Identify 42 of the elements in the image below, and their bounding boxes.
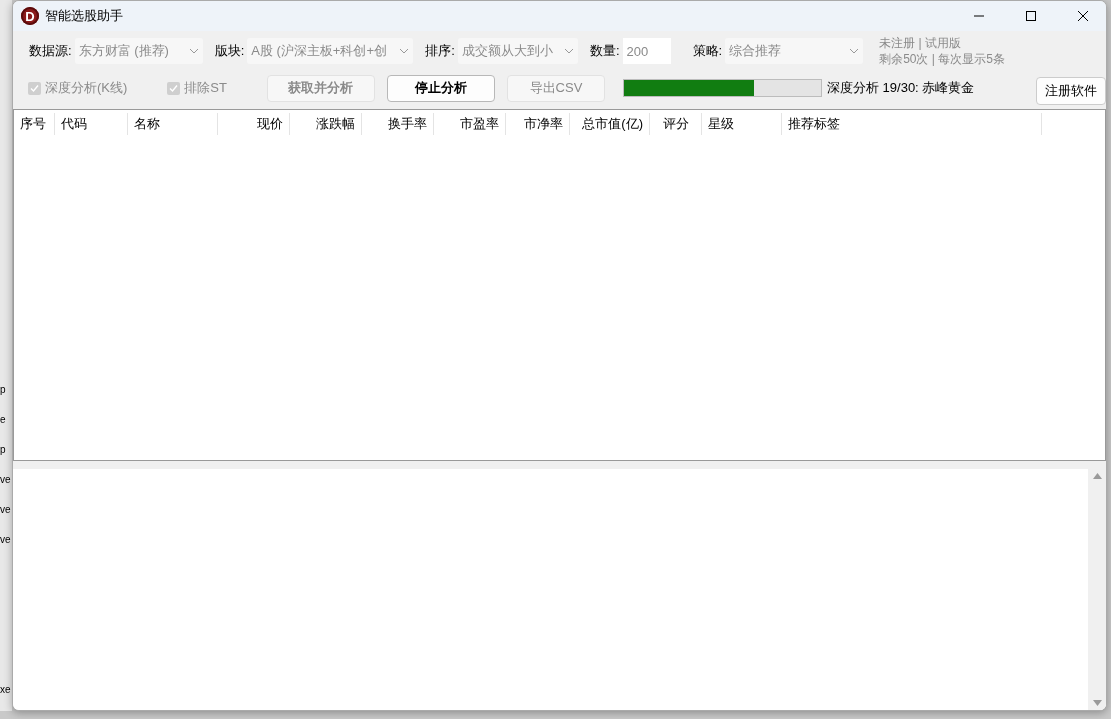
register-button[interactable]: 注册软件 [1036, 77, 1106, 105]
column-header[interactable]: 市净率 [506, 113, 570, 135]
chevron-down-icon [563, 48, 574, 54]
column-header[interactable]: 名称 [128, 113, 218, 135]
column-header[interactable]: 现价 [218, 113, 290, 135]
field-label: 排序: [425, 42, 455, 61]
progress-text: 深度分析 19/30: 赤峰黄金 [826, 79, 975, 98]
app-logo: D [21, 7, 39, 25]
column-header[interactable]: 代码 [55, 113, 128, 135]
window-title: 智能选股助手 [45, 7, 123, 26]
column-header[interactable]: 序号 [14, 113, 55, 135]
column-header[interactable]: 星级 [702, 113, 782, 135]
column-header[interactable]: 换手率 [362, 113, 434, 135]
scrollbar[interactable] [1088, 469, 1106, 710]
scroll-up-icon[interactable] [1092, 473, 1102, 479]
license-text: 剩余50次 | 每次显示5条 [879, 51, 1005, 67]
maximize-icon[interactable] [1025, 10, 1037, 22]
column-header[interactable]: 涨跌幅 [290, 113, 362, 135]
field-label: 数据源: [29, 42, 72, 61]
chevron-down-icon [399, 48, 410, 54]
chevron-down-icon [849, 48, 860, 54]
background-text: p [0, 443, 7, 457]
background-text: ve [0, 503, 12, 517]
button[interactable]: 停止分析 [386, 74, 495, 102]
field-label: 策略: [692, 42, 723, 61]
background-text: ve [0, 533, 12, 547]
scroll-down-icon[interactable] [1092, 700, 1102, 706]
background-text: xe [0, 683, 12, 697]
check-icon [30, 83, 39, 93]
background-text: ve [0, 473, 12, 487]
chevron-down-icon [188, 48, 199, 54]
field-label: 版块: [214, 42, 245, 61]
column-header[interactable]: 推荐标签 [782, 113, 1042, 135]
close-icon[interactable] [1077, 10, 1089, 22]
license-text: 未注册 | 试用版 [879, 35, 962, 51]
field-label: 数量: [589, 42, 620, 61]
check-icon [169, 83, 179, 93]
column-header[interactable]: 市盈率 [434, 113, 506, 135]
column-header[interactable]: 评分 [650, 113, 702, 135]
background-text: e [0, 413, 7, 427]
background-text: p [0, 383, 7, 397]
column-header[interactable]: 总市值(亿) [570, 113, 650, 135]
